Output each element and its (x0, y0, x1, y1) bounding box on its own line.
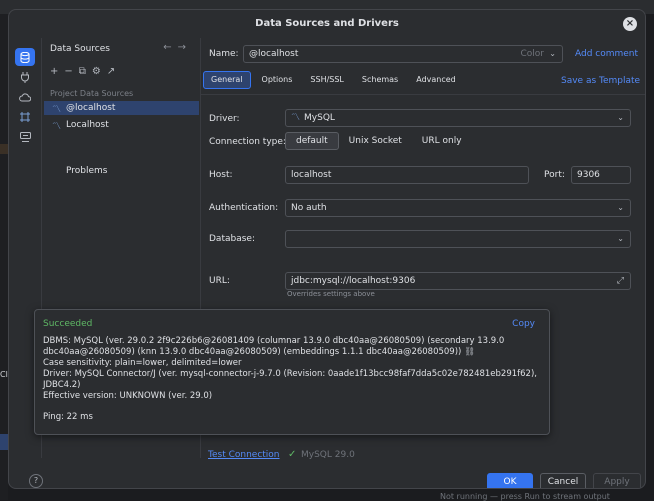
detail-line: DBMS: MySQL (ver. 29.0.2 2f9c226b6@26081… (43, 336, 505, 346)
host-label: Host: (209, 170, 233, 180)
tab-options[interactable]: Options (255, 71, 300, 89)
datasource-label: @localhost (66, 103, 116, 113)
port-label: Port: (544, 170, 565, 180)
status-succeeded: Succeeded (43, 319, 93, 329)
name-input[interactable]: @localhost Color ⌄ (243, 45, 563, 63)
detail-line: Case sensitivity: plain=lower, delimited… (43, 358, 242, 368)
save-as-template-link[interactable]: Save as Template (561, 76, 640, 86)
panel-toolbar: + − ⧉ ⚙ ↗ (50, 66, 115, 77)
checkmark-icon: ✓ (288, 449, 297, 460)
driver-label: Driver: (209, 114, 240, 124)
mysql-dolphin-icon: 〽 (52, 121, 62, 132)
settings-icon[interactable]: ⚙ (92, 66, 101, 77)
host-input[interactable]: localhost (285, 166, 529, 184)
host-value: localhost (291, 170, 332, 180)
driver-select[interactable]: 〽 MySQL ⌄ (285, 109, 631, 127)
database-label: Database: (209, 234, 255, 244)
connection-details: DBMS: MySQL (ver. 29.0.2 2f9c226b6@26081… (43, 336, 543, 402)
port-value: 9306 (577, 170, 600, 180)
tab-ssh-ssl[interactable]: SSH/SSL (303, 71, 350, 89)
connection-result-popup: Succeeded Copy DBMS: MySQL (ver. 29.0.2 … (34, 309, 550, 435)
duplicate-icon[interactable]: ⧉ (79, 66, 86, 77)
dialog-title: Data Sources and Drivers (255, 18, 399, 29)
close-button[interactable]: × (623, 17, 637, 31)
tab-general[interactable]: General (203, 71, 251, 89)
mysql-dolphin-icon: 〽 (52, 104, 62, 115)
authentication-value: No auth (291, 203, 327, 213)
driver-icon[interactable] (15, 128, 35, 146)
chevron-down-icon: ⌄ (617, 234, 624, 243)
plug-icon[interactable] (15, 68, 35, 86)
connection-type-label: Connection type: (209, 137, 286, 147)
panel-title: Data Sources (50, 44, 110, 54)
background-left-panel: Clc (0, 14, 12, 500)
background-marker (0, 144, 8, 154)
remove-icon[interactable]: − (64, 66, 72, 77)
test-connection-link[interactable]: Test Connection (208, 450, 280, 460)
navigation-arrows: ←→ (163, 42, 192, 53)
server-version: MySQL 29.0 (301, 450, 355, 460)
database-input[interactable]: ⌄ (285, 230, 631, 248)
open-external-icon[interactable]: ↗ (107, 66, 115, 77)
connection-type-url-only[interactable]: URL only (412, 132, 472, 150)
chevron-down-icon: ⌄ (617, 203, 624, 212)
back-arrow-icon[interactable]: ← (163, 42, 177, 53)
connection-type-default[interactable]: default (285, 132, 339, 150)
chevron-down-icon: ⌄ (617, 113, 624, 122)
cancel-button[interactable]: Cancel (540, 473, 586, 488)
chevron-down-icon: ⌄ (549, 49, 556, 58)
name-label: Name: (209, 49, 239, 59)
expand-icon[interactable]: ⤢ (617, 273, 624, 289)
frame-icon[interactable] (15, 108, 35, 126)
port-input[interactable]: 9306 (571, 166, 631, 184)
link-icon[interactable]: ⛓ (464, 347, 475, 357)
database-icon[interactable] (15, 48, 35, 66)
settings-tabs: General Options SSH/SSL Schemas Advanced (203, 71, 463, 89)
background-selection (0, 434, 8, 450)
color-picker[interactable]: Color (521, 46, 545, 62)
authentication-select[interactable]: No auth ⌄ (285, 199, 631, 217)
url-value: jdbc:mysql://localhost:9306 (291, 276, 416, 286)
detail-line: JDBC4.2) (43, 380, 81, 390)
datasource-item-at-localhost[interactable]: 〽 @localhost (44, 101, 199, 115)
help-button[interactable]: ? (29, 474, 43, 488)
apply-button[interactable]: Apply (593, 473, 641, 488)
connection-type-segmented: default Unix Socket URL only (285, 132, 472, 150)
url-input[interactable]: jdbc:mysql://localhost:9306 ⤢ (285, 272, 631, 290)
detail-line: dbc40aa@26080509) (knn 13.9.0 dbc40aa@26… (43, 347, 475, 357)
problems-item[interactable]: Problems (66, 166, 107, 176)
forward-arrow-icon[interactable]: → (178, 42, 192, 53)
tab-schemas[interactable]: Schemas (355, 71, 405, 89)
cloud-icon[interactable] (15, 88, 35, 106)
copy-link[interactable]: Copy (512, 319, 535, 329)
name-value: @localhost (249, 49, 299, 59)
tab-advanced[interactable]: Advanced (409, 71, 463, 89)
datasource-item-localhost[interactable]: 〽 Localhost (44, 118, 199, 132)
ping-value: Ping: 22 ms (43, 412, 93, 422)
add-icon[interactable]: + (50, 66, 58, 77)
driver-value: MySQL (304, 113, 335, 123)
tabs-divider (201, 94, 645, 95)
url-label: URL: (209, 276, 230, 286)
authentication-label: Authentication: (209, 203, 279, 213)
connection-type-unix-socket[interactable]: Unix Socket (339, 132, 412, 150)
url-hint: Overrides settings above (287, 290, 375, 298)
mysql-dolphin-icon: 〽 (291, 113, 301, 123)
detail-line: Effective version: UNKNOWN (ver. 29.0) (43, 391, 213, 401)
datasource-label: Localhost (66, 120, 109, 130)
section-header: Project Data Sources (50, 89, 134, 98)
detail-line: Driver: MySQL Connector/J (ver. mysql-co… (43, 369, 537, 379)
add-comment-link[interactable]: Add comment (575, 49, 638, 59)
ok-button[interactable]: OK (487, 473, 533, 488)
